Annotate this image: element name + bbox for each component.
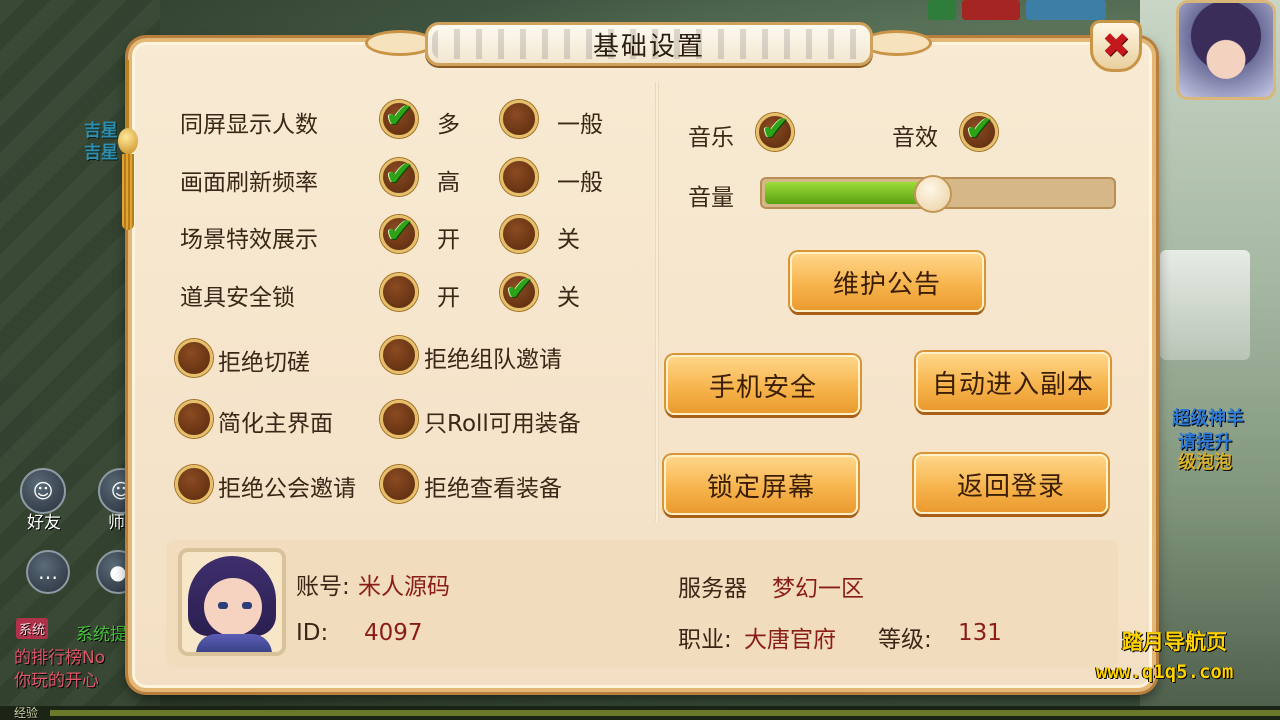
option-radio-lock-off[interactable]: ✔ xyxy=(500,269,538,311)
phone-security-button[interactable]: 手机安全 xyxy=(666,355,860,415)
toggle-label-refuse-duel: 拒绝切磋 xyxy=(218,350,310,376)
sfx-label: 音效 xyxy=(892,125,938,151)
dialog-title-plaque: 基础设置 xyxy=(425,22,873,66)
server-value: 梦幻一区 xyxy=(772,576,864,602)
toggle-checkbox-refuse-view-equipment[interactable]: ✔ xyxy=(380,465,418,503)
option-radio-effects-on[interactable]: ✔ xyxy=(380,211,418,253)
id-value: 4097 xyxy=(364,620,423,646)
setting-label-refresh-rate: 画面刷新频率 xyxy=(180,170,318,196)
scene-courtyard-right xyxy=(1140,0,1280,720)
chat-bubble-icon: … xyxy=(38,560,58,584)
level-value: 131 xyxy=(958,620,1002,646)
friends-icon: ☺ xyxy=(32,479,54,503)
option-radio-players-many[interactable]: ✔ xyxy=(380,96,418,138)
toggle-checkbox-refuse-guild-invite[interactable]: ✔ xyxy=(175,465,213,503)
dialog-title: 基础设置 xyxy=(592,31,705,62)
hp-bar xyxy=(962,0,1020,20)
right-hud-text-3: 级泡泡 xyxy=(1178,452,1232,473)
option-label-refresh-high: 高 xyxy=(437,170,460,196)
npc-name-label-2: 吉星 xyxy=(84,143,118,163)
auto-enter-dungeon-button[interactable]: 自动进入副本 xyxy=(916,352,1110,412)
id-label: ID: xyxy=(296,620,329,646)
toggle-checkbox-roll-usable-only[interactable]: ✔ xyxy=(380,400,418,438)
toggle-label-refuse-view-equipment: 拒绝查看装备 xyxy=(424,476,562,502)
account-info-box xyxy=(166,540,1118,668)
volume-slider[interactable] xyxy=(760,175,1116,213)
friends-label: 好友 xyxy=(27,513,61,533)
check-icon: ✔ xyxy=(965,109,994,149)
close-icon: ✖ xyxy=(1101,26,1131,66)
option-label-players-normal: 一般 xyxy=(557,112,603,138)
music-toggle[interactable]: ✔ xyxy=(756,109,794,151)
toggle-checkbox-refuse-team-invite[interactable]: ✔ xyxy=(380,336,418,374)
option-label-players-many: 多 xyxy=(437,112,460,138)
maintenance-notice-button[interactable]: 维护公告 xyxy=(790,252,984,312)
panel-divider xyxy=(655,82,659,522)
tassel-ornament xyxy=(118,60,138,230)
check-icon: ✔ xyxy=(505,269,534,309)
chat-button[interactable]: … xyxy=(26,550,70,594)
character-avatar[interactable] xyxy=(178,548,286,656)
watermark-title: 踏月导航页 xyxy=(1122,630,1227,654)
microphone-icon: ● xyxy=(109,560,127,584)
class-label: 职业: xyxy=(678,627,732,653)
watermark-url: www.q1q5.com xyxy=(1096,661,1234,683)
option-label-effects-on: 开 xyxy=(437,227,460,253)
check-icon: ✔ xyxy=(385,154,414,194)
sfx-toggle[interactable]: ✔ xyxy=(960,109,998,151)
option-radio-effects-off[interactable]: ✔ xyxy=(500,215,538,253)
target-portrait[interactable] xyxy=(1026,0,1106,20)
account-value: 米人源码 xyxy=(358,574,450,600)
server-label: 服务器 xyxy=(678,576,747,602)
toggle-label-refuse-team-invite: 拒绝组队邀请 xyxy=(424,347,562,373)
system-tag: 系统 xyxy=(16,618,49,639)
option-radio-refresh-normal[interactable]: ✔ xyxy=(500,158,538,196)
scene-statue xyxy=(1160,250,1250,360)
option-radio-lock-on[interactable]: ✔ xyxy=(380,273,418,311)
chat-line-2: 的排行榜No xyxy=(14,648,106,668)
option-label-lock-on: 开 xyxy=(437,285,460,311)
right-hud-text-1: 超级神羊 xyxy=(1172,408,1244,429)
check-icon: ✔ xyxy=(761,109,790,149)
class-value: 大唐官府 xyxy=(744,627,836,653)
back-to-login-button[interactable]: 返回登录 xyxy=(914,454,1108,514)
setting-label-scene-effects: 场景特效展示 xyxy=(180,227,318,253)
close-button[interactable]: ✖ xyxy=(1090,20,1142,72)
volume-slider-knob[interactable] xyxy=(914,175,952,213)
chat-line-3: 你玩的开心 xyxy=(14,671,99,691)
toggle-checkbox-refuse-duel[interactable]: ✔ xyxy=(175,339,213,377)
option-radio-refresh-high[interactable]: ✔ xyxy=(380,154,418,196)
player-avatar-top[interactable] xyxy=(1176,0,1276,100)
toggle-label-simplify-ui: 简化主界面 xyxy=(218,411,333,437)
toggle-label-roll-usable-only: 只Roll可用装备 xyxy=(424,411,581,437)
volume-slider-fill xyxy=(765,182,933,204)
level-label: 等级: xyxy=(878,627,932,653)
chat-line-1: 系统提 xyxy=(76,625,127,645)
setting-label-players-on-screen: 同屏显示人数 xyxy=(180,112,318,138)
check-icon: ✔ xyxy=(385,96,414,136)
check-icon: ✔ xyxy=(385,211,414,251)
toggle-checkbox-simplify-ui[interactable]: ✔ xyxy=(175,400,213,438)
option-label-refresh-normal: 一般 xyxy=(557,170,603,196)
volume-label: 音量 xyxy=(688,185,734,211)
lock-screen-button[interactable]: 锁定屏幕 xyxy=(664,455,858,515)
option-label-effects-off: 关 xyxy=(557,227,580,253)
option-radio-players-normal[interactable]: ✔ xyxy=(500,100,538,138)
toggle-label-refuse-guild-invite: 拒绝公会邀请 xyxy=(218,476,356,502)
option-label-lock-off: 关 xyxy=(557,285,580,311)
setting-label-item-lock: 道具安全锁 xyxy=(180,285,295,311)
account-label: 账号: xyxy=(296,574,350,600)
music-label: 音乐 xyxy=(688,125,734,151)
experience-label: 经验 xyxy=(14,706,39,720)
experience-bar xyxy=(50,710,1280,716)
buff-icon-1[interactable] xyxy=(928,0,956,20)
